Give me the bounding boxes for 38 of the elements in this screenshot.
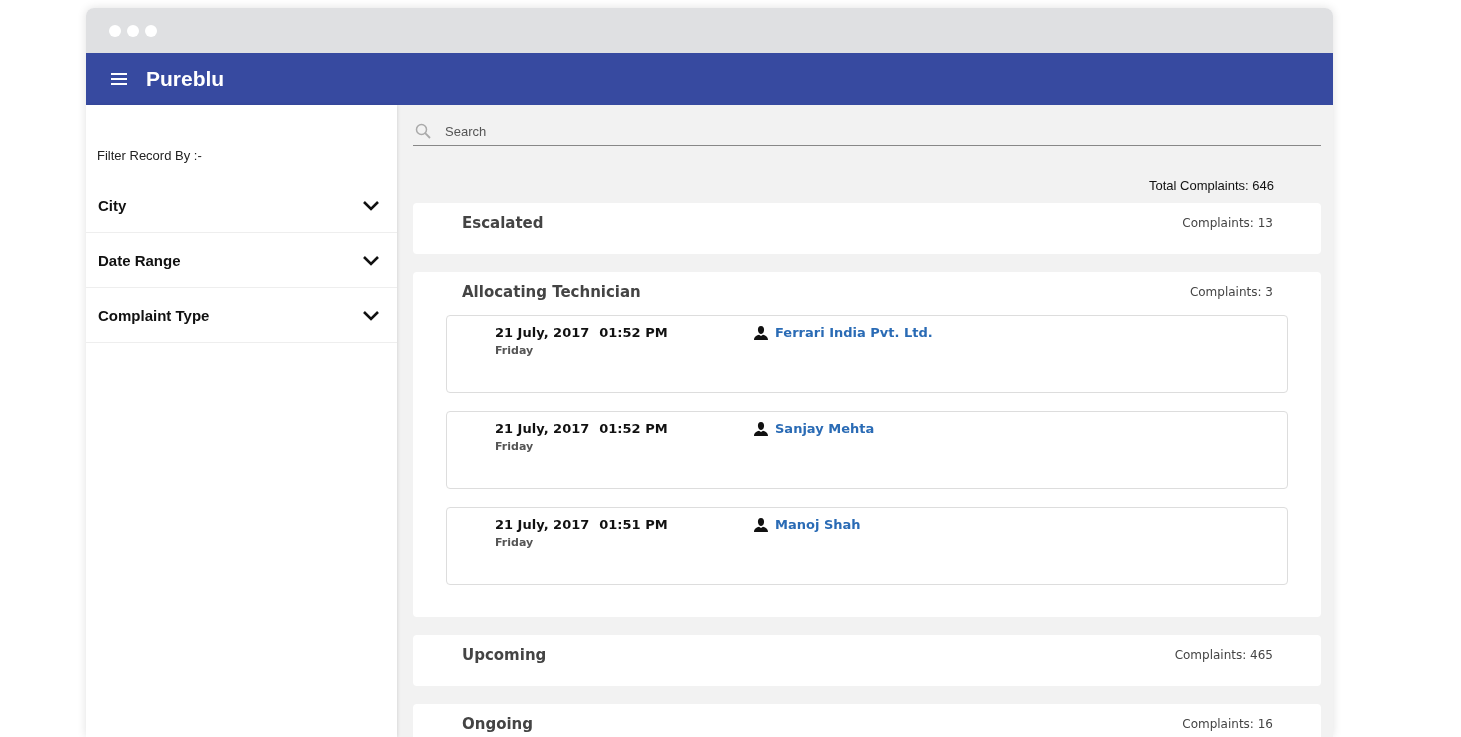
customer-link[interactable]: Sanjay Mehta: [775, 421, 875, 436]
complaint-time: 01:51 PM: [599, 517, 668, 532]
search-field[interactable]: Search: [445, 123, 1321, 139]
window-dot-icon: [145, 24, 157, 37]
total-complaints: Total Complaints: 646: [1149, 178, 1274, 193]
chevron-down-icon: [362, 199, 380, 211]
customer-link[interactable]: Manoj Shah: [775, 517, 861, 532]
complaint-count: Complaints: 3: [1189, 284, 1273, 299]
complaint-time: 01:52 PM: [599, 325, 668, 340]
complaint-date: 21 July, 2017: [495, 421, 590, 436]
person-icon: [754, 326, 768, 340]
section-title[interactable]: Upcoming: [462, 645, 547, 664]
window-dot-icon: [109, 24, 121, 37]
complaint-count: Complaints: 16: [1182, 716, 1273, 731]
section-title[interactable]: Ongoing: [462, 714, 534, 733]
complaint-date: 21 July, 2017: [495, 325, 590, 340]
app-title: Pureblu: [146, 67, 225, 91]
window-dot-icon: [127, 24, 139, 37]
search-icon: [415, 123, 431, 139]
complaint-day: Friday: [495, 344, 754, 357]
complaint-card[interactable]: 21 July, 2017 01:51 PM Friday Manoj Shah: [446, 507, 1288, 585]
chevron-down-icon: [362, 254, 380, 266]
complaint-card[interactable]: 21 July, 2017 01:52 PM Friday Sanjay Mehta: [446, 411, 1288, 489]
complaint-count: Complaints: 465: [1174, 647, 1273, 662]
person-icon: [754, 518, 768, 532]
filter-heading: Filter Record By :-: [96, 147, 203, 165]
complaint-date: 21 July, 2017: [495, 517, 590, 532]
section-title[interactable]: Allocating Technician: [462, 282, 641, 301]
complaint-count: Complaints: 13: [1182, 215, 1273, 230]
chevron-down-icon: [362, 309, 380, 321]
complaint-time: 01:52 PM: [599, 421, 668, 436]
complaint-day: Friday: [495, 536, 754, 549]
complaint-card[interactable]: 21 July, 2017 01:52 PM Friday Ferrari India Pvt. Ltd.: [446, 315, 1288, 393]
menu-icon[interactable]: [111, 73, 127, 85]
customer-link[interactable]: Ferrari India Pvt. Ltd.: [775, 325, 933, 340]
complaint-day: Friday: [495, 440, 754, 453]
person-icon: [754, 422, 768, 436]
section-title[interactable]: Escalated: [462, 213, 544, 232]
